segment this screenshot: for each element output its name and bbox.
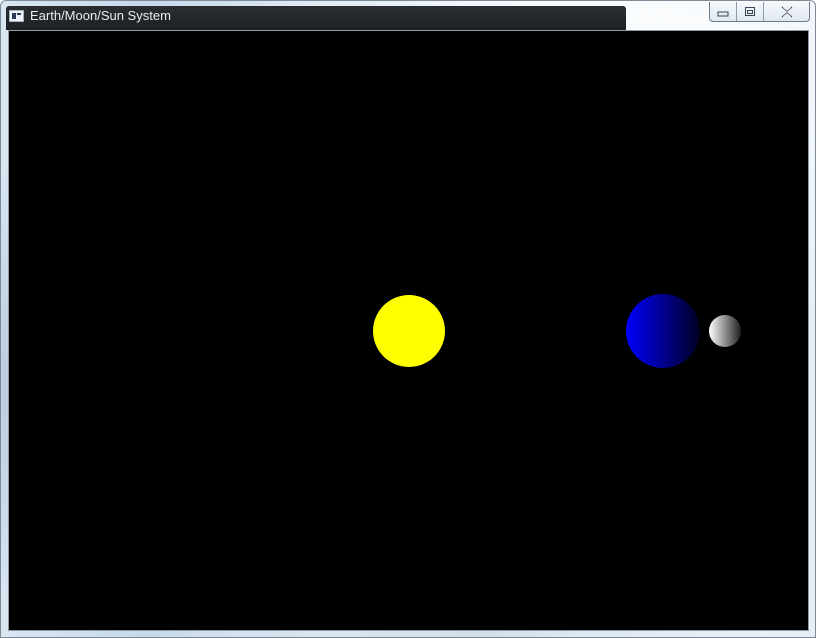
- earth-sphere: [626, 294, 700, 368]
- solar-system-scene: [9, 31, 808, 630]
- close-icon: [781, 5, 792, 18]
- window-controls: [709, 2, 810, 22]
- app-window-icon[interactable]: [9, 10, 24, 22]
- render-viewport[interactable]: [8, 30, 809, 631]
- close-button[interactable]: [764, 2, 809, 21]
- application-window: Earth/Moon/Sun System: [0, 0, 816, 638]
- title-bar[interactable]: Earth/Moon/Sun System: [1, 1, 815, 31]
- minimize-button[interactable]: [710, 2, 737, 21]
- sun-sphere: [373, 295, 445, 367]
- maximize-icon: [745, 7, 755, 16]
- moon-sphere: [709, 315, 741, 347]
- maximize-button[interactable]: [737, 2, 764, 21]
- window-title: Earth/Moon/Sun System: [30, 8, 171, 23]
- minimize-icon: [717, 11, 729, 16]
